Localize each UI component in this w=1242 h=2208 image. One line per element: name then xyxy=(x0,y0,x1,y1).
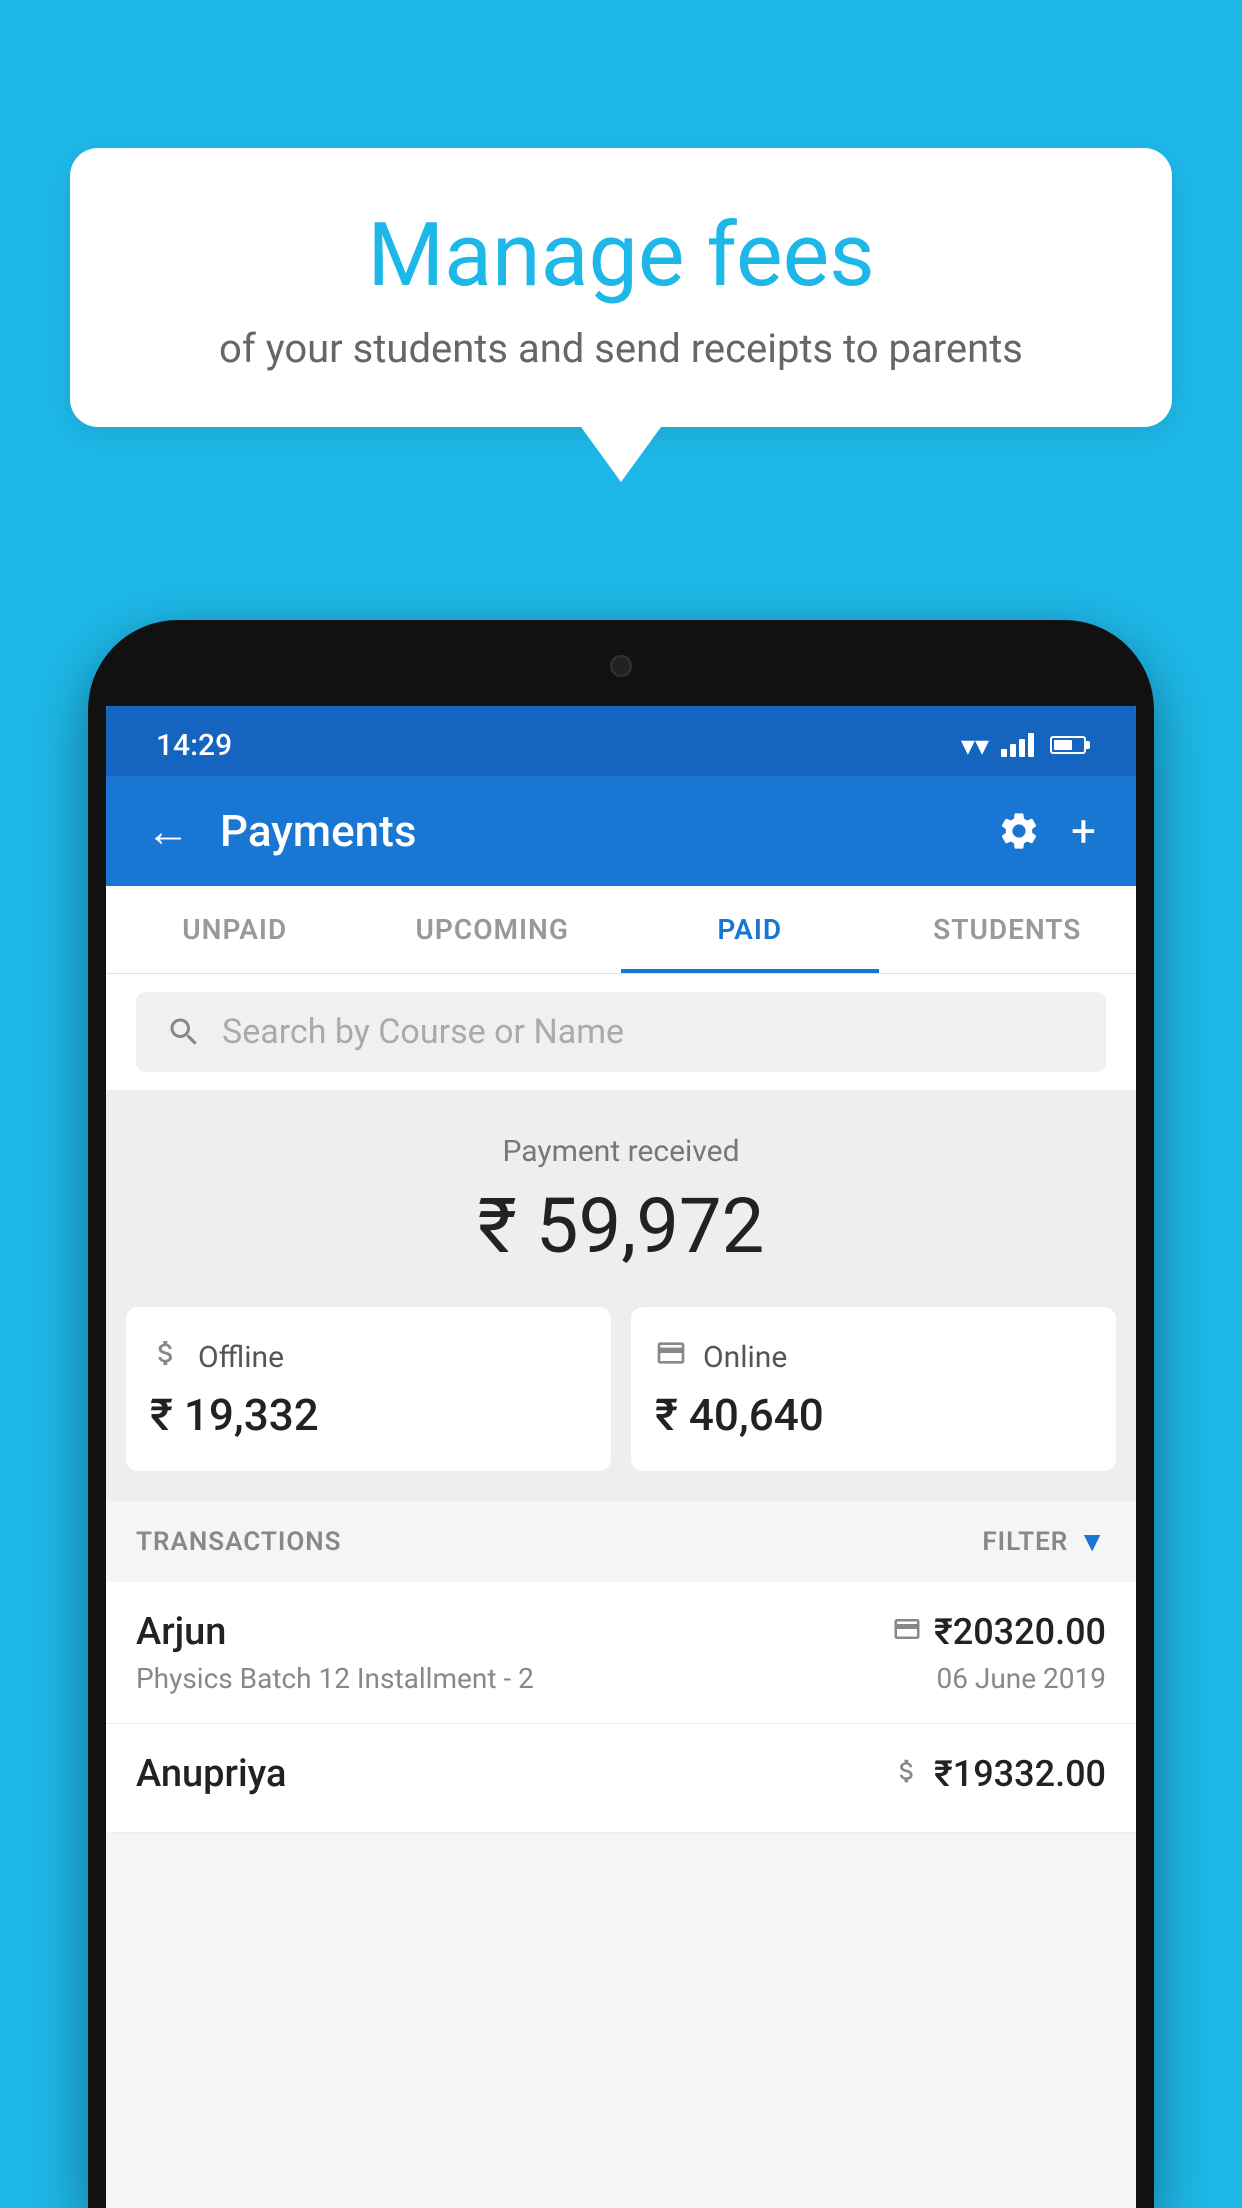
transactions-header: TRANSACTIONS FILTER ▼ xyxy=(106,1501,1136,1582)
camera xyxy=(610,655,632,677)
status-bar: 14:29 ▾▾ xyxy=(106,706,1136,776)
speech-bubble-wrapper: Manage fees of your students and send re… xyxy=(70,148,1172,482)
filter-icon: ▼ xyxy=(1078,1525,1106,1558)
search-bar-container: Search by Course or Name xyxy=(106,974,1136,1090)
search-bar[interactable]: Search by Course or Name xyxy=(136,992,1106,1072)
payment-summary: Payment received ₹ 59,972 xyxy=(106,1090,1136,1307)
tab-students[interactable]: STUDENTS xyxy=(879,886,1137,973)
offline-type: Offline xyxy=(198,1340,284,1375)
signal-icon xyxy=(1001,733,1034,757)
app-bar: ← Payments + xyxy=(106,776,1136,886)
transaction-amount-wrapper: ₹20320.00 xyxy=(892,1611,1106,1653)
status-icons: ▾▾ xyxy=(961,729,1086,762)
transaction-date: 06 June 2019 xyxy=(936,1662,1106,1695)
offline-payment-icon xyxy=(892,1756,922,1793)
search-icon xyxy=(166,1014,202,1050)
screen-content: Search by Course or Name Payment receive… xyxy=(106,974,1136,2208)
back-button[interactable]: ← xyxy=(146,805,190,857)
online-amount: ₹ 40,640 xyxy=(655,1389,824,1441)
speech-bubble-arrow xyxy=(581,427,661,482)
payment-received-label: Payment received xyxy=(136,1134,1106,1169)
payment-received-amount: ₹ 59,972 xyxy=(136,1181,1106,1271)
settings-button[interactable] xyxy=(997,809,1041,853)
filter-label: FILTER xyxy=(982,1527,1068,1557)
transaction-amount: ₹19332.00 xyxy=(934,1753,1106,1795)
transaction-row[interactable]: Anupriya ₹19332.00 xyxy=(106,1724,1136,1833)
app-bar-actions: + xyxy=(997,805,1096,857)
app-bar-title: Payments xyxy=(220,805,967,857)
online-payment-icon xyxy=(892,1614,922,1651)
online-card-header: Online xyxy=(655,1337,787,1377)
filter-button[interactable]: FILTER ▼ xyxy=(982,1525,1106,1558)
search-placeholder: Search by Course or Name xyxy=(222,1012,624,1052)
online-card: Online ₹ 40,640 xyxy=(631,1307,1116,1471)
phone-frame: 14:29 ▾▾ xyxy=(88,620,1154,2208)
transaction-bottom: Physics Batch 12 Installment - 2 06 June… xyxy=(136,1662,1106,1695)
battery-icon xyxy=(1050,736,1086,754)
notch xyxy=(521,638,721,693)
transaction-course: Physics Batch 12 Installment - 2 xyxy=(136,1662,534,1695)
transaction-top: Arjun ₹20320.00 xyxy=(136,1610,1106,1654)
status-time: 14:29 xyxy=(156,728,232,763)
tab-upcoming[interactable]: UPCOMING xyxy=(364,886,622,973)
transaction-row[interactable]: Arjun ₹20320.00 Physics Batch 12 Install… xyxy=(106,1582,1136,1724)
transaction-top: Anupriya ₹19332.00 xyxy=(136,1752,1106,1796)
transactions-label: TRANSACTIONS xyxy=(136,1527,342,1557)
transaction-name: Arjun xyxy=(136,1610,226,1654)
online-icon xyxy=(655,1337,687,1377)
transaction-name: Anupriya xyxy=(136,1752,286,1796)
transaction-amount-wrapper: ₹19332.00 xyxy=(892,1753,1106,1795)
offline-card: Offline ₹ 19,332 xyxy=(126,1307,611,1471)
offline-card-header: Offline xyxy=(150,1337,284,1377)
speech-bubble-subtitle: of your students and send receipts to pa… xyxy=(150,325,1092,372)
speech-bubble: Manage fees of your students and send re… xyxy=(70,148,1172,427)
payment-cards: Offline ₹ 19,332 Online xyxy=(106,1307,1136,1501)
tab-unpaid[interactable]: UNPAID xyxy=(106,886,364,973)
add-button[interactable]: + xyxy=(1071,805,1096,857)
phone-screen: 14:29 ▾▾ xyxy=(106,706,1136,2208)
offline-amount: ₹ 19,332 xyxy=(150,1389,319,1441)
wifi-icon: ▾▾ xyxy=(961,729,989,762)
tabs-bar: UNPAID UPCOMING PAID STUDENTS xyxy=(106,886,1136,974)
speech-bubble-title: Manage fees xyxy=(150,208,1092,305)
online-type: Online xyxy=(703,1340,787,1375)
phone-inner: 14:29 ▾▾ xyxy=(106,638,1136,2208)
tab-paid[interactable]: PAID xyxy=(621,886,879,973)
transaction-amount: ₹20320.00 xyxy=(934,1611,1106,1653)
offline-icon xyxy=(150,1337,182,1377)
